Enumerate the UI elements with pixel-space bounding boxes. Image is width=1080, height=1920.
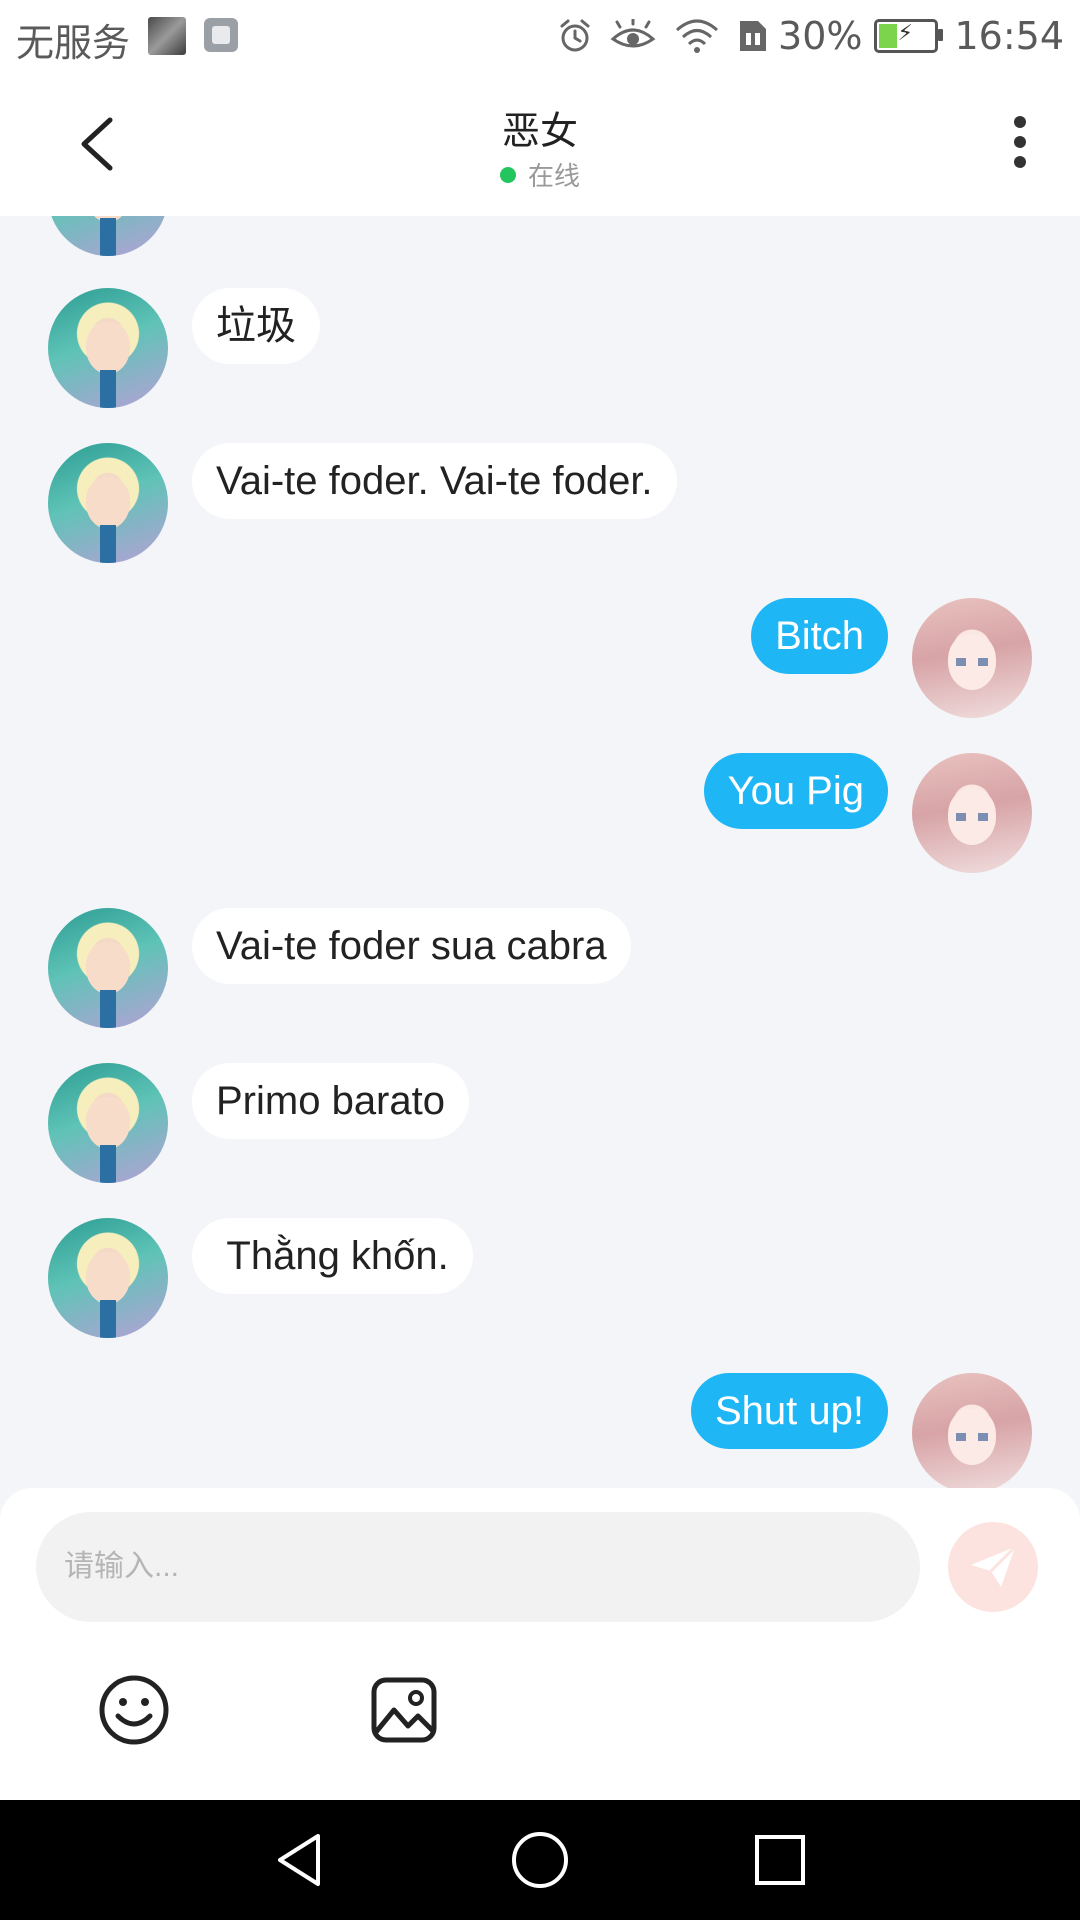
nav-back-icon[interactable] xyxy=(270,1830,330,1890)
my-avatar[interactable] xyxy=(912,753,1032,873)
alarm-icon xyxy=(560,19,590,52)
chat-header: 恶女 在线 xyxy=(0,72,1080,216)
contact-avatar[interactable] xyxy=(48,288,168,408)
smiley-icon xyxy=(99,1675,169,1745)
my-avatar[interactable] xyxy=(912,598,1032,718)
battery-percent: 30% xyxy=(778,14,863,58)
system-nav-bar xyxy=(0,1800,1080,1920)
contact-avatar[interactable] xyxy=(48,908,168,1028)
image-picker-button[interactable] xyxy=(368,1674,440,1746)
message-input[interactable] xyxy=(36,1512,920,1622)
incoming-message-bubble[interactable]: 垃圾 xyxy=(192,288,320,364)
send-button[interactable] xyxy=(948,1522,1038,1612)
charging-bolt-icon: ⚡ xyxy=(897,21,913,46)
nav-recents-icon[interactable] xyxy=(750,1830,810,1890)
emoji-button[interactable] xyxy=(98,1674,170,1746)
message-list[interactable]: 垃圾 Vai-te foder. Vai-te foder. Bitch You… xyxy=(0,216,1080,1488)
clock: 16:54 xyxy=(954,14,1064,58)
contact-avatar[interactable] xyxy=(48,216,168,256)
message-row-incoming: 垃圾 xyxy=(0,288,1080,408)
incoming-message-bubble[interactable]: Vai-te foder sua cabra xyxy=(192,908,631,984)
incoming-message-bubble[interactable]: Primo barato xyxy=(192,1063,469,1139)
contact-avatar[interactable] xyxy=(48,1063,168,1183)
sim-icon xyxy=(740,21,767,51)
carrier-label: 无服务 xyxy=(16,21,131,65)
nav-home-icon[interactable] xyxy=(510,1830,570,1890)
eye-icon xyxy=(610,19,656,48)
image-icon xyxy=(371,1677,437,1743)
notification-thumbnail-icon xyxy=(148,17,186,55)
message-row-outgoing: You Pig xyxy=(0,753,1080,873)
paper-plane-icon xyxy=(971,1545,1017,1587)
outgoing-message-bubble[interactable]: Shut up! xyxy=(690,1373,888,1449)
contact-name: 恶女 xyxy=(501,109,578,153)
message-row-incoming: Vai-te foder sua cabra xyxy=(0,908,1080,1028)
online-status-label: 在线 xyxy=(527,162,580,192)
message-row-incoming: Primo barato xyxy=(0,1063,1080,1183)
battery-icon: ⚡ xyxy=(874,19,944,53)
outgoing-message-bubble[interactable]: Bitch xyxy=(751,598,888,674)
online-dot-icon xyxy=(499,167,516,183)
battery-fill xyxy=(879,24,897,48)
composer-panel xyxy=(0,1488,1080,1800)
online-status: 在线 xyxy=(0,156,1080,193)
incoming-message-bubble[interactable]: Vai-te foder. Vai-te foder. xyxy=(192,443,677,519)
message-row-incoming: Thằng khốn. xyxy=(0,1218,1080,1338)
gallery-icon xyxy=(204,18,238,52)
message-row-outgoing: Shut up! xyxy=(0,1373,1080,1488)
status-bar: 无服务 30% ⚡ 16:54 xyxy=(0,0,1080,72)
contact-avatar[interactable] xyxy=(48,1218,168,1338)
more-options-button[interactable] xyxy=(1000,116,1040,176)
vertical-dots-icon xyxy=(1014,116,1026,128)
message-row-incoming: Vai-te foder. Vai-te foder. xyxy=(0,443,1080,563)
incoming-message-bubble[interactable]: Thằng khốn. xyxy=(192,1218,473,1294)
my-avatar[interactable] xyxy=(912,1373,1032,1488)
outgoing-message-bubble[interactable]: You Pig xyxy=(703,753,888,829)
wifi-icon xyxy=(676,19,719,53)
contact-avatar[interactable] xyxy=(48,443,168,563)
message-row-outgoing: Bitch xyxy=(0,598,1080,718)
